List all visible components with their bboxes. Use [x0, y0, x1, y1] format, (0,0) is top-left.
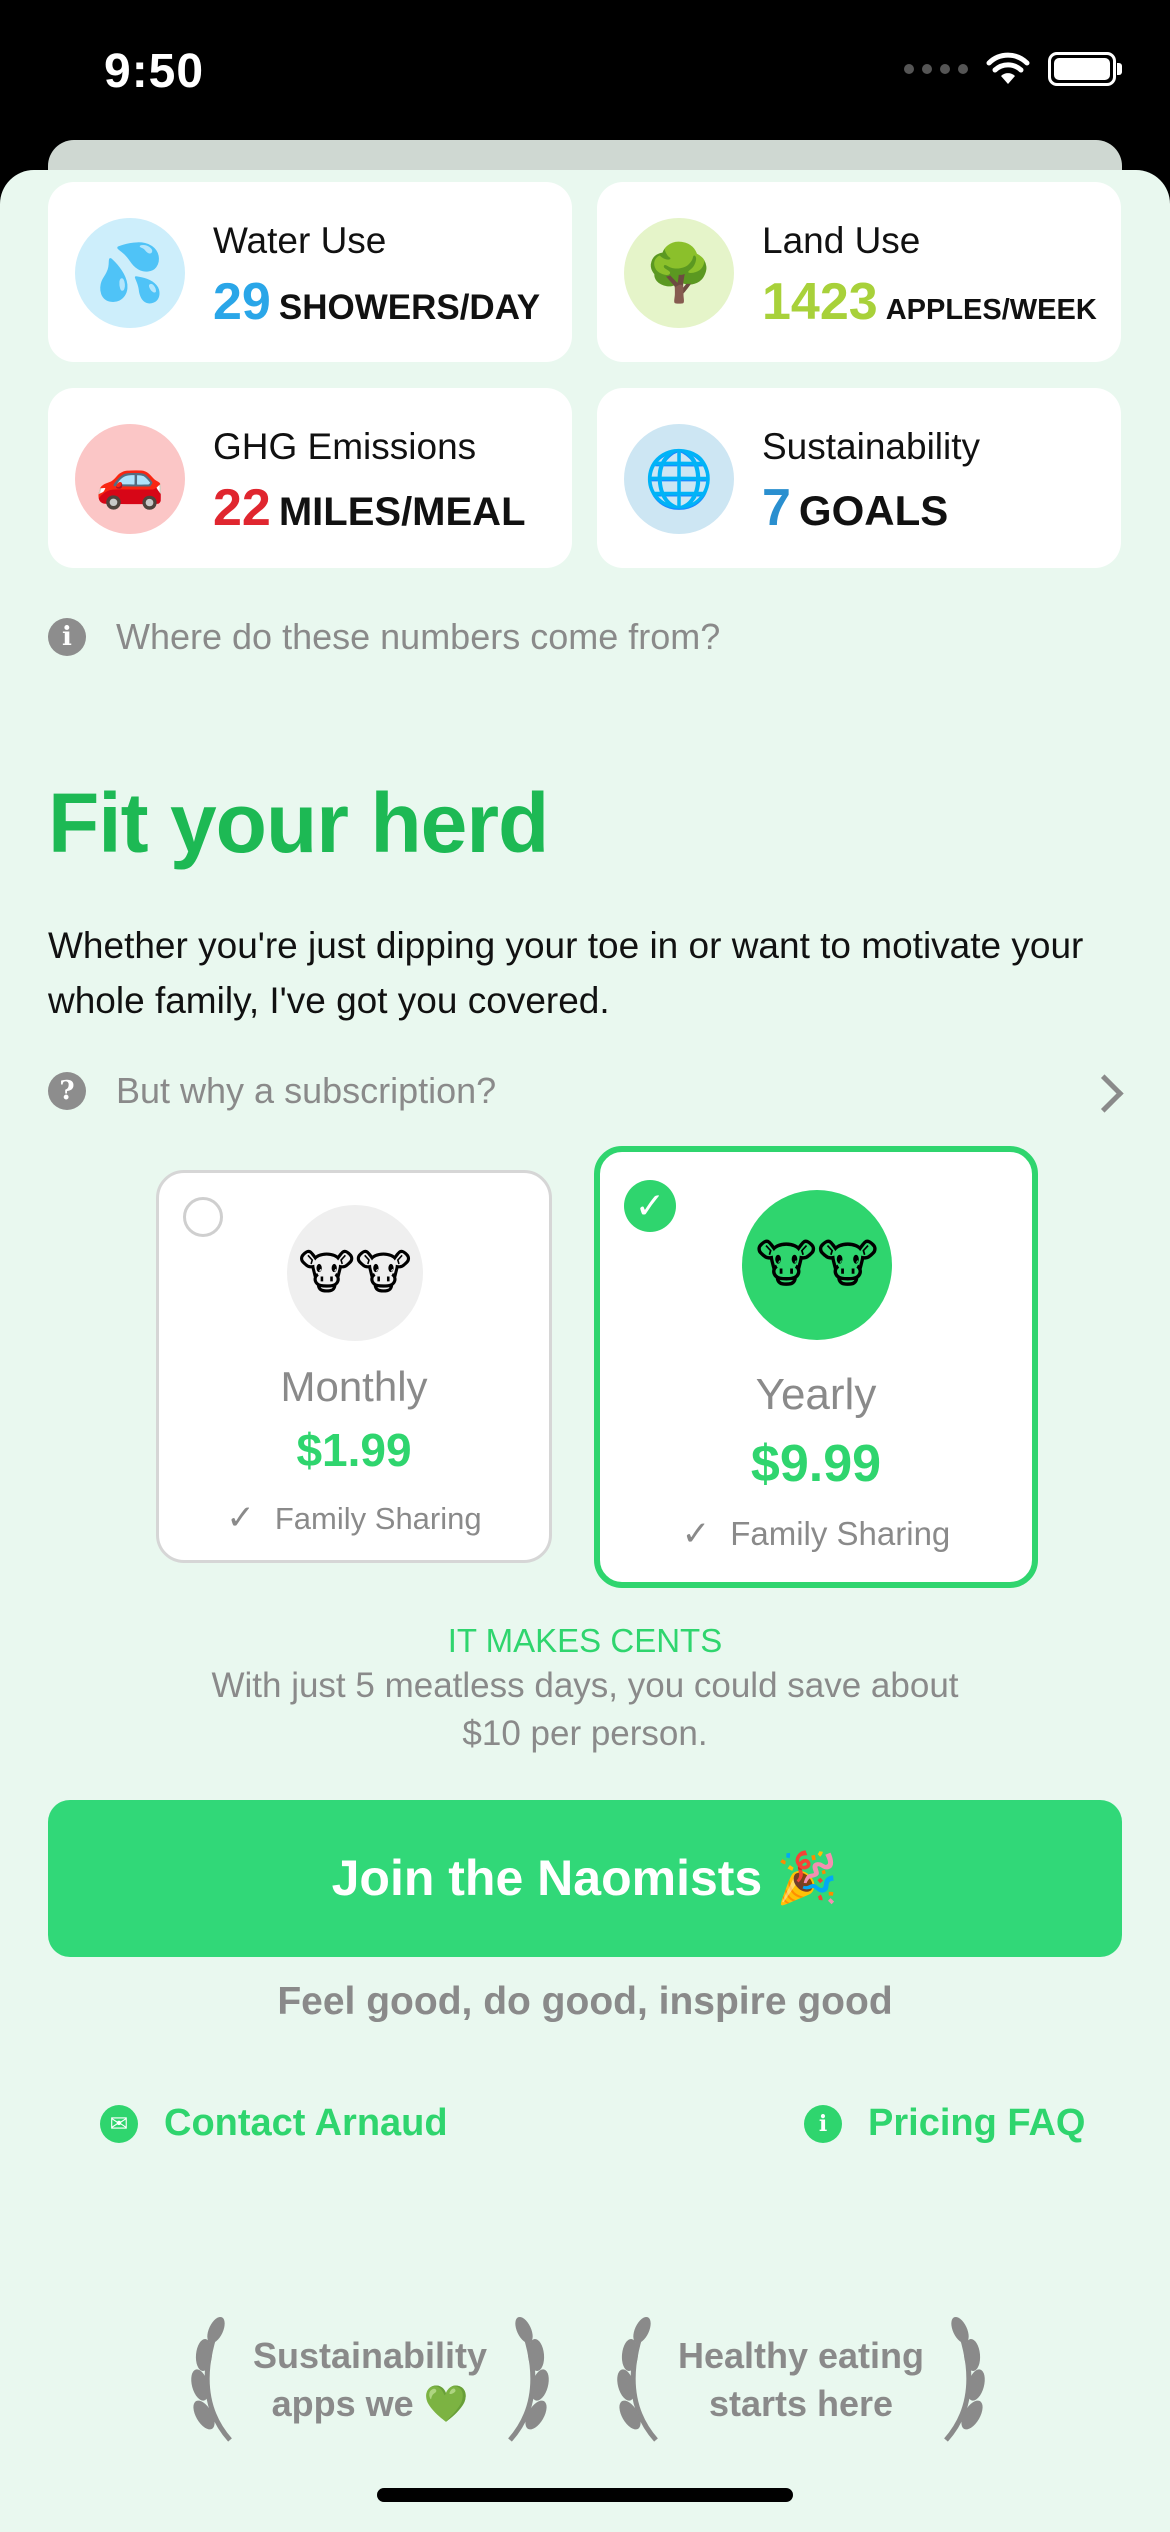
stat-label: Land Use: [762, 220, 921, 261]
info-icon: i: [804, 2104, 842, 2143]
status-icons: [904, 52, 1122, 86]
checkmark-icon: ✓: [226, 1499, 255, 1537]
cows-icon: 🐮🐮: [287, 1205, 423, 1341]
award-badge: Sustainability apps we 💚: [180, 2310, 560, 2450]
home-indicator[interactable]: [377, 2488, 793, 2502]
cows-icon: 🐮🐮: [742, 1190, 892, 1340]
pricing-faq-label: Pricing FAQ: [868, 2102, 1086, 2144]
contact-link[interactable]: ✉ Contact Arnaud: [100, 2102, 448, 2145]
envelope-icon: ✉: [100, 2104, 138, 2143]
stat-number: 22: [213, 479, 271, 537]
status-time: 9:50: [104, 45, 205, 98]
battery-icon: [1048, 52, 1122, 86]
stat-number: 29: [213, 273, 271, 331]
stat-unit: MILES/MEAL: [278, 490, 526, 534]
stat-value: 1423 APPLES/WEEK: [762, 272, 1097, 332]
stat-unit: SHOWERS/DAY: [278, 288, 541, 327]
award-text: Sustainability apps we 💚: [244, 2332, 496, 2428]
plan-price: $1.99: [296, 1424, 412, 1476]
stat-value: 22 MILES/MEAL: [213, 478, 526, 538]
laurel-left-icon: [617, 2316, 658, 2442]
stat-label: Sustainability: [762, 426, 981, 467]
award-line: Sustainability: [252, 2335, 488, 2376]
laurel-right-icon: [508, 2316, 549, 2442]
award-line: starts here: [708, 2383, 894, 2424]
radio-unselected[interactable]: [183, 1197, 223, 1237]
car-icon: 🚗: [75, 424, 185, 534]
plan-name: Yearly: [755, 1370, 877, 1419]
droplets-icon: 💦: [75, 218, 185, 328]
stat-unit: APPLES/WEEK: [885, 294, 1097, 326]
plan-monthly[interactable]: 🐮🐮 Monthly $1.99 ✓ Family Sharing: [156, 1170, 552, 1563]
tree-icon: 🌳: [624, 218, 734, 328]
stat-label: Water Use: [213, 220, 387, 261]
info-icon: i: [48, 618, 86, 656]
radio-selected-check-icon[interactable]: ✓: [624, 1180, 676, 1232]
stat-card-sustainability: 🌐 Sustainability 7 GOALS: [597, 388, 1121, 568]
stat-label: GHG Emissions: [213, 426, 477, 467]
wifi-icon: [986, 52, 1030, 84]
plan-feature-label: Family Sharing: [274, 1501, 482, 1536]
pricing-description: Whether you're just dipping your toe in …: [48, 925, 1084, 1021]
plan-feature-label: Family Sharing: [730, 1515, 951, 1552]
stat-value: 29 SHOWERS/DAY: [213, 272, 540, 332]
numbers-source-text: Where do these numbers come from?: [116, 616, 721, 657]
globe-icon: 🌐: [624, 424, 734, 534]
plan-name: Monthly: [280, 1363, 428, 1410]
laurel-left-icon: [191, 2316, 232, 2442]
paywall-sheet[interactable]: 💦 Water Use 29 SHOWERS/DAY 🌳 Land Use 14…: [0, 170, 1170, 2532]
why-subscription-text: But why a subscription?: [116, 1070, 497, 1111]
checkmark-icon: ✓: [681, 1515, 711, 1553]
stat-card-ghg: 🚗 GHG Emissions 22 MILES/MEAL: [48, 388, 572, 568]
plan-yearly[interactable]: ✓ 🐮🐮 Yearly $9.99 ✓ Family Sharing: [594, 1146, 1038, 1588]
pricing-faq-link[interactable]: i Pricing FAQ: [804, 2102, 1085, 2145]
tagline: Feel good, do good, inspire good: [277, 1980, 893, 2023]
award-text: Healthy eating starts here: [670, 2332, 932, 2428]
question-icon: ?: [48, 1072, 86, 1110]
contact-link-label: Contact Arnaud: [164, 2102, 448, 2144]
award-line: Healthy eating: [677, 2335, 925, 2376]
laurel-right-icon: [944, 2316, 985, 2442]
why-subscription-link[interactable]: ? But why a subscription?: [48, 1070, 1122, 1112]
stat-card-land: 🌳 Land Use 1423 APPLES/WEEK: [597, 182, 1121, 362]
plan-feature: ✓ Family Sharing: [159, 1498, 549, 1538]
stat-value: 7 GOALS: [762, 478, 948, 538]
numbers-source-link[interactable]: i Where do these numbers come from?: [48, 616, 720, 658]
award-line: apps we 💚: [271, 2383, 469, 2424]
stat-number: 7: [762, 479, 791, 537]
page-title: Fit your herd: [48, 776, 549, 870]
cents-title: IT MAKES CENTS: [447, 1622, 723, 1659]
plan-price: $9.99: [750, 1435, 882, 1493]
cellular-signal-icon: [904, 64, 968, 74]
stat-number: 1423: [762, 273, 878, 331]
award-badge: Healthy eating starts here: [606, 2310, 996, 2450]
plan-feature: ✓ Family Sharing: [600, 1514, 1032, 1554]
stat-card-water: 💦 Water Use 29 SHOWERS/DAY: [48, 182, 572, 362]
stat-unit: GOALS: [798, 487, 949, 534]
cents-text: With just 5 meatless days, you could sav…: [211, 1666, 959, 1753]
join-button[interactable]: Join the Naomists 🎉: [48, 1800, 1122, 1957]
